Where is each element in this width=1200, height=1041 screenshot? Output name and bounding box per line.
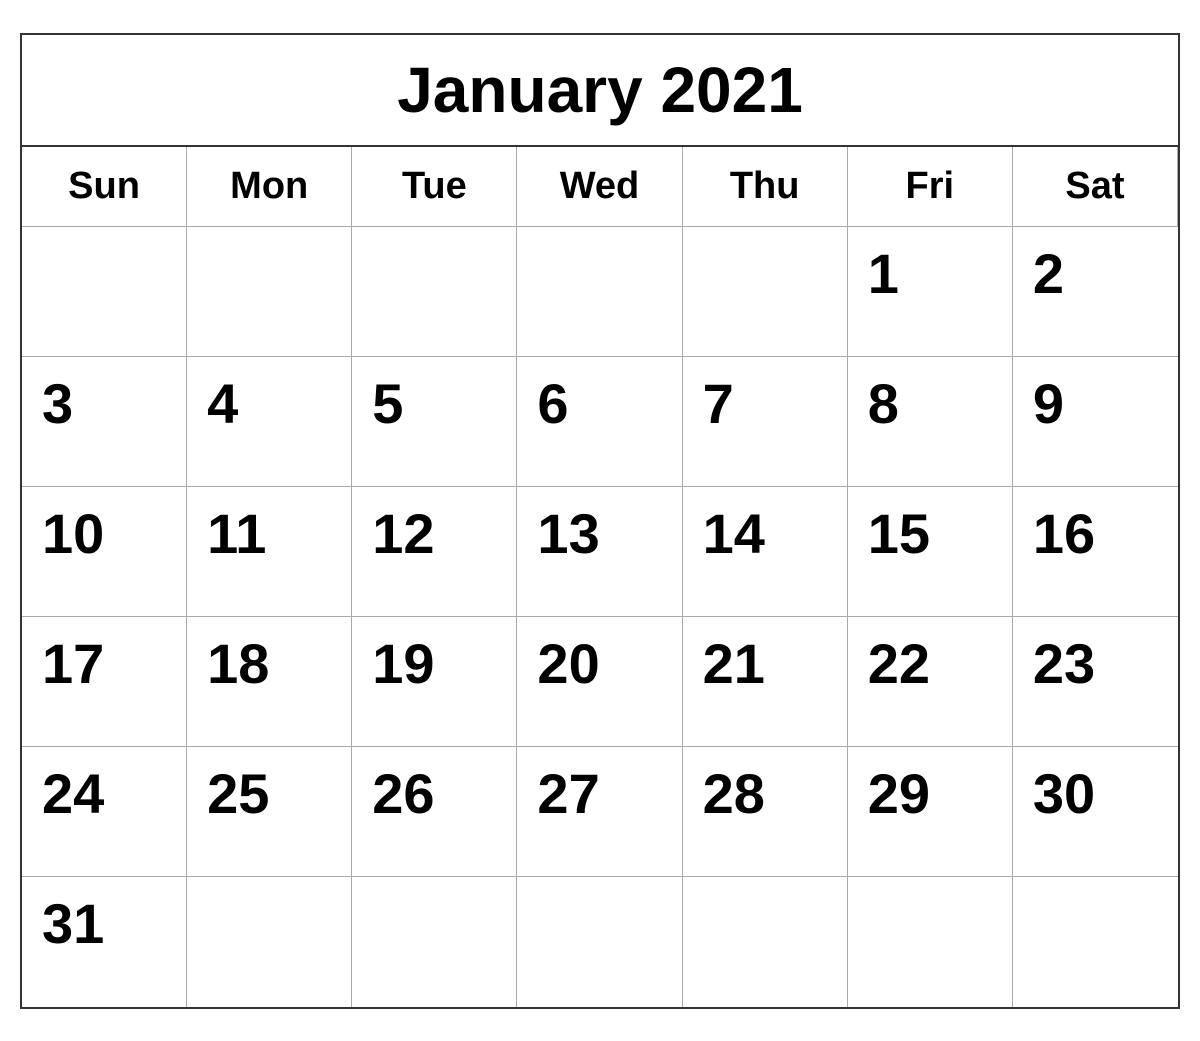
day-header: Tue	[352, 147, 517, 227]
calendar-day[interactable]: 16	[1013, 487, 1178, 617]
calendar-day[interactable]: 30	[1013, 747, 1178, 877]
calendar-day[interactable]: 4	[187, 357, 352, 487]
calendar-day[interactable]: 18	[187, 617, 352, 747]
calendar-empty-day	[22, 227, 187, 357]
calendar-day[interactable]: 2	[1013, 227, 1178, 357]
day-header: Wed	[517, 147, 682, 227]
calendar-empty-day	[683, 877, 848, 1007]
calendar-day[interactable]: 12	[352, 487, 517, 617]
calendar-day[interactable]: 17	[22, 617, 187, 747]
calendar-day[interactable]: 26	[352, 747, 517, 877]
calendar-grid: SunMonTueWedThuFriSat1234567891011121314…	[22, 147, 1178, 1007]
calendar-empty-day	[187, 877, 352, 1007]
calendar-day[interactable]: 1	[848, 227, 1013, 357]
calendar-day[interactable]: 29	[848, 747, 1013, 877]
calendar-day[interactable]: 20	[517, 617, 682, 747]
calendar-day[interactable]: 13	[517, 487, 682, 617]
day-header: Thu	[683, 147, 848, 227]
calendar-empty-day	[683, 227, 848, 357]
calendar-empty-day	[1013, 877, 1178, 1007]
calendar-day[interactable]: 28	[683, 747, 848, 877]
calendar-day[interactable]: 24	[22, 747, 187, 877]
calendar-day[interactable]: 5	[352, 357, 517, 487]
calendar-day[interactable]: 23	[1013, 617, 1178, 747]
calendar-day[interactable]: 7	[683, 357, 848, 487]
calendar-title: January 2021	[22, 35, 1178, 147]
calendar-day[interactable]: 10	[22, 487, 187, 617]
day-header: Mon	[187, 147, 352, 227]
calendar-empty-day	[352, 877, 517, 1007]
day-header: Sat	[1013, 147, 1178, 227]
calendar-day[interactable]: 27	[517, 747, 682, 877]
calendar-day[interactable]: 31	[22, 877, 187, 1007]
day-header: Fri	[848, 147, 1013, 227]
calendar-day[interactable]: 14	[683, 487, 848, 617]
calendar-empty-day	[517, 877, 682, 1007]
calendar-day[interactable]: 21	[683, 617, 848, 747]
calendar-day[interactable]: 9	[1013, 357, 1178, 487]
calendar-empty-day	[848, 877, 1013, 1007]
calendar-day[interactable]: 25	[187, 747, 352, 877]
calendar-empty-day	[352, 227, 517, 357]
calendar-day[interactable]: 11	[187, 487, 352, 617]
calendar-empty-day	[517, 227, 682, 357]
calendar-day[interactable]: 8	[848, 357, 1013, 487]
calendar-day[interactable]: 22	[848, 617, 1013, 747]
calendar-day[interactable]: 6	[517, 357, 682, 487]
day-header: Sun	[22, 147, 187, 227]
calendar-empty-day	[187, 227, 352, 357]
calendar-day[interactable]: 19	[352, 617, 517, 747]
calendar-day[interactable]: 3	[22, 357, 187, 487]
calendar-day[interactable]: 15	[848, 487, 1013, 617]
calendar: January 2021 SunMonTueWedThuFriSat123456…	[20, 33, 1180, 1009]
